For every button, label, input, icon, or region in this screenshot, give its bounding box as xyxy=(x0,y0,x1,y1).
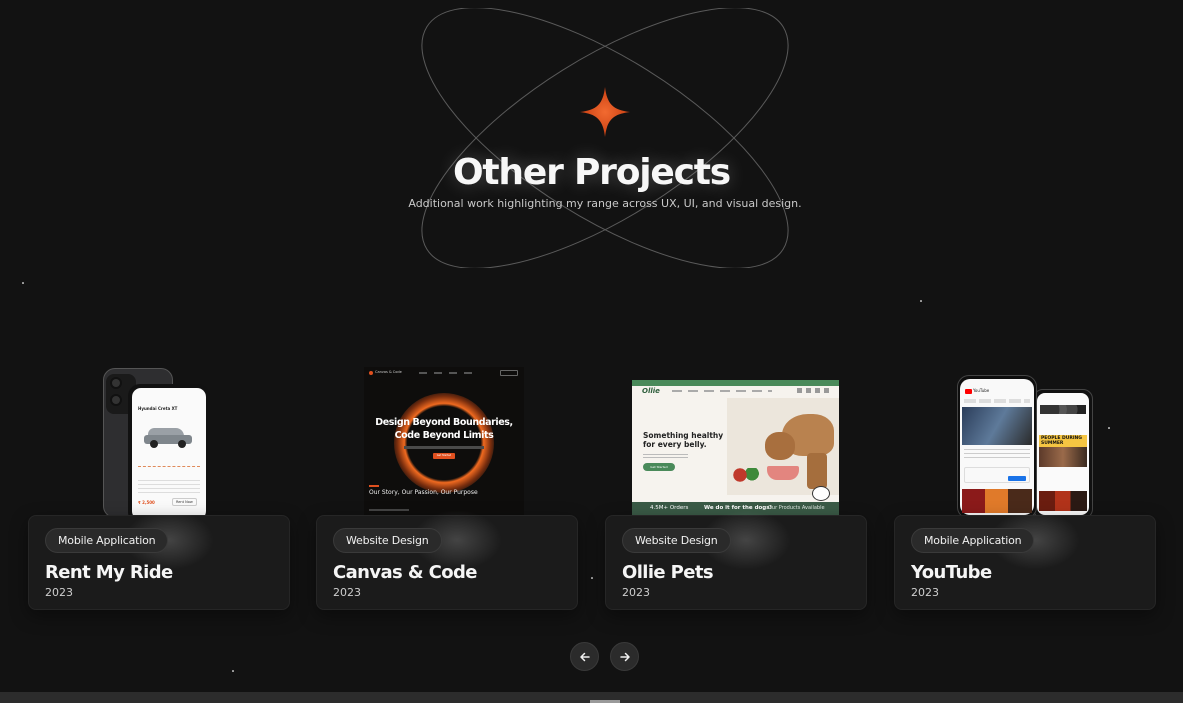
project-card-youtube[interactable]: Mobile Application YouTube 2023 xyxy=(894,510,1156,610)
project-year: 2023 xyxy=(911,586,939,599)
info-lines xyxy=(138,480,200,494)
site-body-text xyxy=(643,454,688,459)
site-logo xyxy=(369,371,373,375)
project-thumbnail-canvas-and-code[interactable]: Canvas & Code Design Beyond Boundaries, … xyxy=(364,367,524,515)
site-badge xyxy=(812,486,830,501)
vegetables xyxy=(731,468,761,482)
site-stat: 4.5M+ Orders xyxy=(650,505,689,511)
background-star xyxy=(1108,427,1110,429)
video-grid xyxy=(962,489,1032,513)
project-category-tag: Mobile Application xyxy=(911,528,1035,553)
four-point-star-icon xyxy=(580,87,630,137)
next-button[interactable] xyxy=(610,642,639,671)
project-title: Canvas & Code xyxy=(333,562,477,583)
site-headline-line-2: Code Beyond Limits xyxy=(394,430,494,441)
site-headline-line-1: Something healthy xyxy=(643,431,724,440)
project-title: Ollie Pets xyxy=(622,562,714,583)
site-headline-line-1: Design Beyond Boundaries, xyxy=(375,417,513,428)
site-hero-text xyxy=(404,446,484,449)
project-thumbnail-rent-my-ride[interactable]: Hyundai Creta XT ₹ 2,500 Rent Now xyxy=(100,368,212,515)
video-thumbnail xyxy=(962,407,1032,445)
previous-button[interactable] xyxy=(570,642,599,671)
site-nav-button xyxy=(500,370,518,376)
site-nav-icons xyxy=(797,388,831,393)
arrow-right-icon xyxy=(619,652,630,661)
orbit-rings-decoration xyxy=(421,8,789,268)
video-banner: PEOPLE DURING SUMMER xyxy=(1039,435,1087,467)
project-card-ollie-pets[interactable]: Website Design Ollie Pets 2023 xyxy=(605,510,867,610)
site-cta-button: Get Started xyxy=(643,463,675,471)
project-category-tag: Website Design xyxy=(333,528,442,553)
site-headline-line-2: for every belly. xyxy=(643,440,707,449)
project-card-rent-my-ride[interactable]: Mobile Application Rent My Ride 2023 xyxy=(28,510,290,610)
food-bowl xyxy=(767,466,799,480)
camera-lens xyxy=(110,394,122,406)
dog-legs xyxy=(807,453,827,489)
site-tagline: We do it for the dogs! xyxy=(704,505,772,511)
youtube-brand: YouTube xyxy=(973,388,990,393)
chip-row xyxy=(964,399,1030,403)
site-brand: Canvas & Code xyxy=(375,370,402,374)
project-title: YouTube xyxy=(911,562,992,583)
background-star xyxy=(591,577,593,579)
car-image xyxy=(144,428,192,448)
phone-front-screen: YouTube xyxy=(960,379,1034,515)
ad-card xyxy=(964,467,1030,483)
hero-arc xyxy=(394,393,494,493)
project-year: 2023 xyxy=(45,586,73,599)
section-title: Other Projects xyxy=(453,152,731,193)
phone-screen: Hyundai Creta XT ₹ 2,500 Rent Now xyxy=(132,388,206,515)
car-name: Hyundai Creta XT xyxy=(138,406,178,411)
site-nav xyxy=(672,390,772,392)
arrow-left-icon xyxy=(579,652,590,661)
site-section-text xyxy=(369,509,409,511)
site-top-bar xyxy=(632,380,839,386)
site-cta-button: Get Started xyxy=(433,453,455,459)
project-card-canvas-and-code[interactable]: Website Design Canvas & Code 2023 xyxy=(316,510,578,610)
project-thumbnail-ollie-pets[interactable]: Ollie Something healthy for every belly.… xyxy=(632,380,839,515)
site-section-label xyxy=(369,485,379,487)
video-banner-title: PEOPLE DURING SUMMER xyxy=(1041,436,1082,446)
project-year: 2023 xyxy=(622,586,650,599)
background-star xyxy=(22,282,24,284)
project-category-tag: Website Design xyxy=(622,528,731,553)
site-brand: Ollie xyxy=(642,387,660,395)
video-banner-people xyxy=(1039,447,1087,467)
video-meta xyxy=(964,449,1030,461)
spec-row xyxy=(138,466,200,469)
video-grid xyxy=(1039,491,1087,511)
background-star xyxy=(232,670,234,672)
phone-back-screen: PEOPLE DURING SUMMER xyxy=(1037,393,1089,515)
site-section-heading: Our Story, Our Passion, Our Purpose xyxy=(369,489,478,496)
site-nav xyxy=(419,372,479,374)
project-year: 2023 xyxy=(333,586,361,599)
price-label: ₹ 2,500 xyxy=(138,500,155,505)
background-star xyxy=(920,300,922,302)
project-title: Rent My Ride xyxy=(45,562,173,583)
project-category-tag: Mobile Application xyxy=(45,528,169,553)
camera-lens xyxy=(110,377,122,389)
rent-now-button: Rent Now xyxy=(172,498,197,506)
project-thumbnail-youtube[interactable]: PEOPLE DURING SUMMER YouTube xyxy=(957,375,1095,515)
site-footer-link: Our Products Available xyxy=(768,505,825,511)
dog-head xyxy=(765,432,795,460)
section-subtitle: Additional work highlighting my range ac… xyxy=(408,197,802,210)
dog-illustration xyxy=(727,398,839,495)
youtube-logo xyxy=(965,389,972,394)
story-circles xyxy=(1040,405,1086,414)
